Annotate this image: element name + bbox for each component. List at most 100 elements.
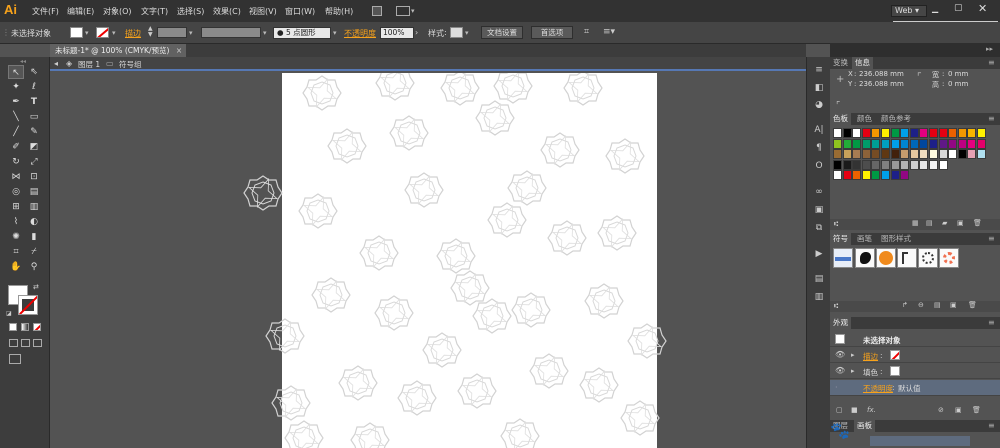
chevron-down-icon[interactable]: ▾ — [465, 29, 469, 37]
new-symbol-icon[interactable]: ▣ — [950, 301, 957, 309]
direct-selection-tool-icon[interactable]: ⇖ — [26, 65, 42, 79]
tab-artboards[interactable]: 画板 — [854, 420, 875, 432]
tab-color-guide[interactable]: 颜色参考 — [878, 113, 914, 125]
color-swatch[interactable] — [881, 159, 890, 170]
hand-tool-icon[interactable]: ✋ — [8, 260, 24, 274]
color-swatch[interactable] — [852, 138, 862, 149]
panel-menu-icon[interactable]: ≡ — [988, 421, 995, 430]
opentype-panel-icon[interactable]: O — [811, 159, 827, 173]
opacity-label[interactable]: 不透明度 — [344, 28, 376, 39]
new-swatch-icon[interactable]: ▣ — [957, 219, 964, 227]
pen-tool-icon[interactable]: ✒ — [8, 95, 24, 109]
color-swatch[interactable] — [919, 159, 929, 170]
eraser-tool-icon[interactable]: ◩ — [26, 140, 42, 154]
close-icon[interactable]: ✕ — [978, 2, 987, 15]
add-stroke-icon[interactable]: ▢ — [836, 406, 843, 414]
menu-object[interactable]: 对象(O) — [103, 6, 132, 17]
breadcrumb-layer[interactable]: 图层 1 — [78, 59, 100, 70]
color-swatch[interactable] — [929, 128, 938, 138]
chevron-down-icon[interactable]: ▾ — [263, 29, 267, 37]
panel-menu-icon[interactable]: ≡ — [988, 234, 995, 243]
color-swatch[interactable] — [948, 138, 958, 149]
color-swatch[interactable] — [842, 159, 852, 170]
rotate-tool-icon[interactable]: ↻ — [8, 155, 24, 169]
color-swatch[interactable] — [957, 149, 967, 159]
tab-transform[interactable]: 变换 — [830, 57, 851, 69]
pathfinder-panel-icon[interactable]: ⧉ — [811, 221, 827, 235]
color-swatch[interactable] — [833, 128, 842, 138]
color-swatch[interactable] — [900, 138, 910, 149]
dock-collapse-icon[interactable]: ▸▸ — [986, 45, 993, 53]
gradient-tool-icon[interactable]: ▥ — [26, 200, 42, 214]
color-swatch[interactable] — [957, 138, 967, 149]
zoom-tool-icon[interactable]: ⚲ — [26, 260, 42, 274]
color-swatch[interactable] — [890, 159, 900, 170]
color-swatch[interactable] — [938, 149, 948, 159]
navigator-panel-icon[interactable]: ▣ — [811, 203, 827, 217]
appearance-opacity-label[interactable]: 不透明度 — [863, 383, 893, 394]
screen-mode-icon[interactable] — [9, 354, 21, 364]
color-swatch[interactable] — [861, 170, 871, 180]
menu-edit[interactable]: 编辑(E) — [67, 6, 94, 17]
color-swatch[interactable] — [852, 159, 862, 170]
color-swatch[interactable] — [929, 149, 938, 159]
color-swatch[interactable] — [842, 128, 852, 138]
selection-tool-icon[interactable]: ↖ — [8, 65, 24, 79]
eye-icon[interactable]: · — [835, 383, 838, 392]
color-swatch[interactable] — [919, 128, 929, 138]
panel-collapse-icon[interactable]: ◂◂ — [20, 58, 26, 65]
minimize-icon[interactable]: ▁ — [932, 4, 938, 13]
tab-appearance[interactable]: 外观 — [830, 317, 851, 329]
symbol-libraries-icon[interactable]: ⑆ — [834, 302, 838, 310]
color-swatch[interactable] — [871, 159, 881, 170]
swatch-grid[interactable] — [833, 128, 993, 180]
links-panel-icon[interactable]: ∞ — [811, 185, 827, 199]
break-link-icon[interactable]: ⊖ — [918, 301, 924, 309]
appearance-opacity-row[interactable]: · 不透明度 : 默认值 — [830, 380, 1000, 396]
symbol-thumb-orange-button[interactable] — [876, 248, 896, 268]
delete-icon[interactable]: 🗑 — [968, 301, 977, 309]
menu-file[interactable]: 文件(F) — [32, 6, 59, 17]
symbol-thumb-ring[interactable] — [918, 248, 938, 268]
align-icon[interactable]: ⌗ — [584, 27, 589, 37]
eyedropper-tool-icon[interactable]: ⌇ — [8, 215, 24, 229]
color-swatch[interactable] — [967, 138, 977, 149]
perspective-grid-tool-icon[interactable]: ▤ — [26, 185, 42, 199]
blend-tool-icon[interactable]: ◐ — [26, 215, 42, 229]
color-swatch[interactable] — [977, 149, 986, 159]
color-swatch[interactable] — [967, 128, 977, 138]
symbol-thumb-orange-flower[interactable] — [939, 248, 959, 268]
color-swatch[interactable] — [842, 170, 852, 180]
symbol-thumb-splatter[interactable] — [855, 248, 875, 268]
color-swatch[interactable] — [871, 170, 881, 180]
chevron-down-icon[interactable]: ▾ — [411, 7, 415, 15]
color-swatch[interactable] — [909, 128, 919, 138]
tab-swatches[interactable]: 色板 — [830, 113, 851, 125]
delete-icon[interactable]: 🗑 — [973, 219, 982, 227]
color-swatch[interactable] — [900, 159, 910, 170]
tab-info[interactable]: 信息 — [852, 57, 873, 69]
lasso-tool-icon[interactable]: ℓ — [26, 80, 42, 94]
scale-tool-icon[interactable]: ⤢ — [26, 155, 42, 169]
color-swatch[interactable] — [948, 149, 958, 159]
color-swatch[interactable] — [852, 149, 862, 159]
color-swatch[interactable] — [909, 149, 919, 159]
artboard[interactable] — [282, 73, 657, 448]
color-swatch[interactable] — [842, 149, 852, 159]
duplicate-item-icon[interactable]: ▣ — [955, 406, 962, 414]
color-swatch[interactable] — [861, 149, 871, 159]
color-swatch[interactable] — [881, 128, 890, 138]
color-swatch[interactable] — [938, 128, 948, 138]
swatch-libraries-icon[interactable]: ⑆ — [834, 220, 838, 228]
expand-arrow-icon[interactable]: ▸ — [851, 367, 855, 375]
stroke-label[interactable]: 描边 — [125, 28, 141, 39]
color-swatch[interactable] — [929, 138, 938, 149]
color-swatch[interactable] — [957, 128, 967, 138]
swatch-options-icon[interactable]: ▤ — [926, 219, 933, 227]
swap-fill-stroke-icon[interactable]: ⇄ — [33, 283, 39, 291]
chevron-down-icon[interactable]: ▾ — [333, 29, 337, 37]
color-swatch[interactable] — [890, 149, 900, 159]
shape-builder-tool-icon[interactable]: ◎ — [8, 185, 24, 199]
gradient-mode-icon[interactable] — [21, 323, 29, 331]
color-swatch[interactable] — [919, 138, 929, 149]
